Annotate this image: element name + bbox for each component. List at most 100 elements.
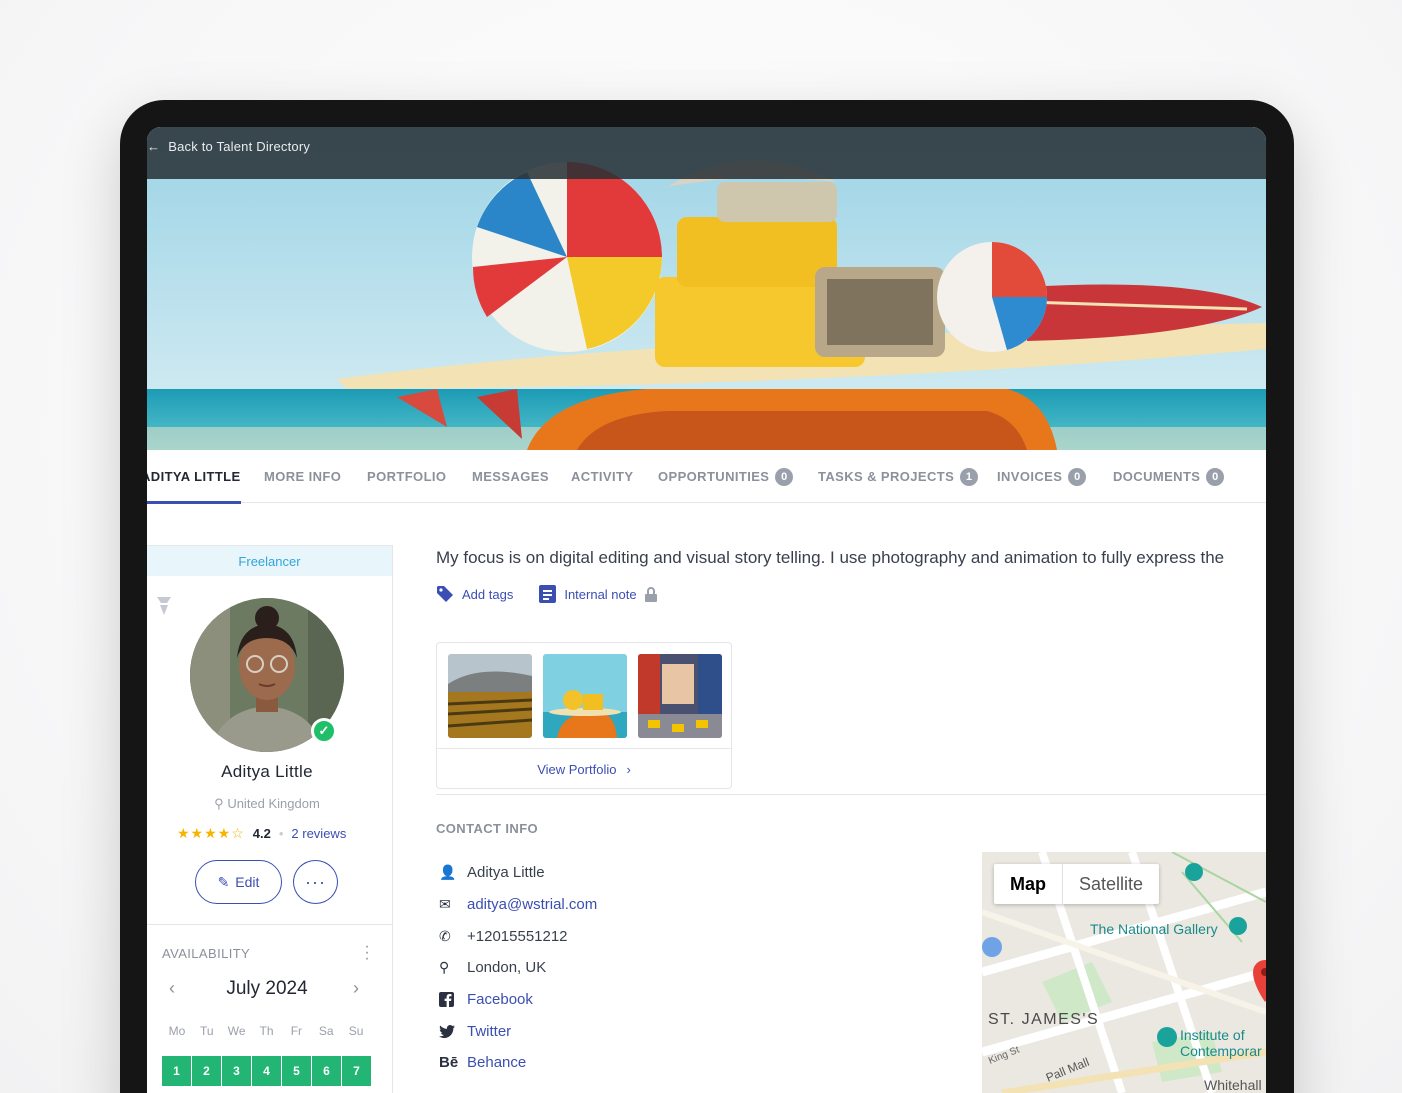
section-divider [436,794,1266,795]
profile-bio: My focus is on digital editing and visua… [436,548,1225,567]
calendar-day[interactable]: 3 [222,1056,251,1086]
availability-title: AVAILABILITY [162,946,251,961]
calendar-weekdays: Mo Tu We Th Fr Sa Su [162,1024,371,1038]
rating-row: ★★★★☆ 4.2 • 2 reviews [177,825,346,842]
weekday-label: Tu [200,1024,214,1038]
contact-location-row: ⚲ London, UK [439,952,597,984]
location-text: United Kingdom [227,796,320,811]
calendar-day[interactable]: 4 [252,1056,281,1086]
map-view-button[interactable]: Map [994,864,1063,904]
back-arrow-icon: ← [147,139,161,154]
facebook-icon [439,992,467,1008]
map-label-contemporary: Contemporar [1180,1043,1262,1059]
separator-dot: • [278,826,284,841]
view-portfolio-link[interactable]: View Portfolio › [437,748,731,789]
weekday-label: We [227,1024,246,1038]
profile-name: Aditya Little [221,762,313,781]
back-to-directory-link[interactable]: ← Back to Talent Directory [147,139,310,154]
internal-note-button[interactable]: Internal note [539,585,657,603]
contact-phone-row: ✆ +12015551212 [439,920,597,952]
map-label-st-james: ST. JAMES'S [988,1011,1099,1028]
star-rating-icon: ★★★★☆ [177,825,245,841]
location-pin-icon: ⚲ [214,796,228,811]
more-dots-icon: ··· [305,871,326,892]
calendar-next-icon[interactable]: › [353,978,359,999]
portfolio-thumbnails [448,654,722,738]
trophy-icon [157,597,171,615]
freelancer-badge: Freelancer [147,546,392,576]
lock-icon [644,586,657,602]
contact-email-row: ✉ aditya@wstrial.com [439,889,597,921]
tab-invoices[interactable]: INVOICES 0 [997,450,1087,503]
tab-count-badge: 1 [960,467,979,486]
beach-car-image [543,654,627,738]
weekday-label: Mo [168,1024,186,1038]
tab-label: ACTIVITY [571,469,634,484]
tab-count-badge: 0 [1206,467,1225,486]
card-divider [147,924,392,925]
calendar-day[interactable]: 6 [312,1056,341,1086]
tab-portfolio[interactable]: PORTFOLIO [367,450,446,503]
contact-behance-row: Bē Behance [439,1047,597,1079]
portfolio-thumbnail[interactable] [543,654,627,738]
portfolio-thumbnail[interactable] [638,654,722,738]
tab-label: PORTFOLIO [367,469,447,484]
view-portfolio-label: View Portfolio [537,761,617,777]
weekday-label: Sa [318,1024,334,1038]
tab-count-badge: 0 [1068,467,1087,486]
map-type-toggle: Map Satellite [994,864,1160,904]
tab-label: OPPORTUNITIES [658,469,770,484]
tab-documents[interactable]: DOCUMENTS 0 [1113,450,1225,503]
tab-activity[interactable]: ACTIVITY [571,450,633,503]
profile-location: ⚲ United Kingdom [147,796,387,812]
tab-tasks-projects[interactable]: TASKS & PROJECTS 1 [818,450,979,503]
contact-info-title: CONTACT INFO [436,821,539,836]
map-label-national-gallery: The National Gallery [1090,921,1218,937]
tab-label: ADITYA LITTLE [147,469,241,484]
tab-label: MORE INFO [264,469,342,484]
location-map[interactable]: The National Gallery ST. JAMES'S Institu… [982,852,1266,1093]
add-tags-button[interactable]: Add tags [436,585,513,603]
profile-card: Freelancer ✓ Aditya Little ⚲ United King… [147,545,393,1093]
kebab-menu-icon[interactable]: · · · [361,939,373,967]
tab-opportunities[interactable]: OPPORTUNITIES 0 [658,450,794,503]
tab-label: TASKS & PROJECTS [818,469,955,484]
calendar-day[interactable]: 1 [162,1056,191,1086]
contact-twitter-row: Twitter [439,1015,597,1047]
weekday-label: Th [259,1024,274,1038]
facebook-link[interactable]: Facebook [467,991,533,1008]
contact-text: +12015551212 [467,927,568,945]
portfolio-preview: View Portfolio › [436,642,732,789]
edit-profile-button[interactable]: ✎ Edit [195,860,282,904]
tab-messages[interactable]: MESSAGES [472,450,549,503]
mail-icon: ✉ [439,896,451,913]
portfolio-thumbnail[interactable] [448,654,532,738]
note-icon [539,585,557,603]
contact-text: London, UK [467,959,547,977]
map-label-institute: Institute of [1180,1027,1245,1043]
contact-facebook-row: Facebook [439,984,597,1016]
pencil-icon: ✎ [217,873,230,890]
cover-banner: ← Back to Talent Directory [147,127,1266,450]
email-link[interactable]: aditya@wstrial.com [467,896,597,913]
behance-link[interactable]: Behance [467,1054,526,1071]
tab-label: INVOICES [997,469,1063,484]
profile-meta-actions: Add tags Internal note [436,585,657,603]
tag-icon [437,586,453,602]
app-screen: ← Back to Talent Directory ADITYA LITTLE… [147,127,1266,1093]
phone-icon: ✆ [439,927,451,944]
top-nav-bar: ← Back to Talent Directory [147,127,1266,179]
page-backdrop: ← Back to Talent Directory ADITYA LITTLE… [0,0,1402,1093]
more-actions-button[interactable]: ··· [293,860,338,904]
tab-count-badge: 0 [775,467,794,486]
calendar-day[interactable]: 7 [342,1056,371,1086]
add-tags-label: Add tags [462,586,514,602]
calendar-day[interactable]: 2 [192,1056,221,1086]
tab-more-info[interactable]: MORE INFO [264,450,341,503]
calendar-month: July 2024 [226,978,308,999]
tab-profile[interactable]: ADITYA LITTLE [147,450,241,504]
reviews-link[interactable]: 2 reviews [291,826,346,841]
satellite-view-button[interactable]: Satellite [1063,864,1159,904]
calendar-day[interactable]: 5 [282,1056,311,1086]
twitter-link[interactable]: Twitter [467,1023,511,1040]
